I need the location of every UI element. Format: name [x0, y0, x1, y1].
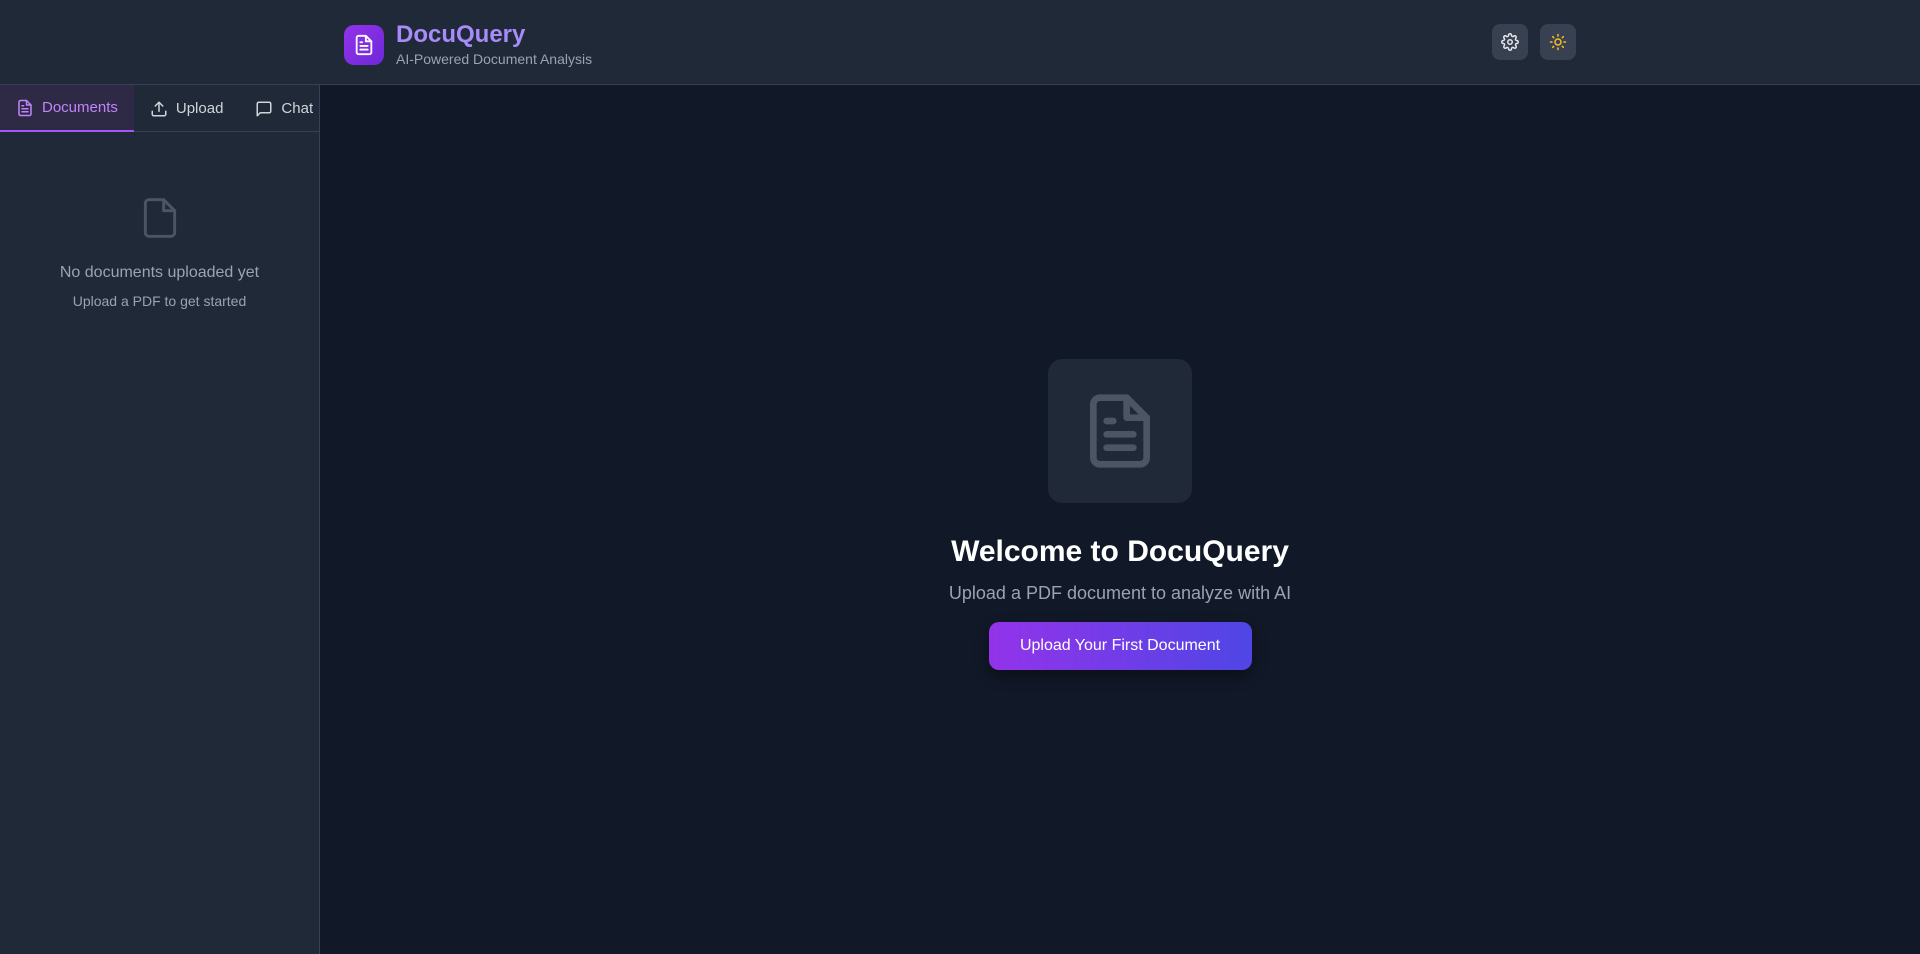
brand-text: DocuQuery AI-Powered Document Analysis [396, 22, 592, 68]
app-title: DocuQuery [396, 21, 526, 48]
chat-icon [255, 100, 273, 118]
app-header: DocuQuery AI-Powered Document Analysis [0, 0, 1920, 85]
document-icon [16, 99, 34, 117]
brand: DocuQuery AI-Powered Document Analysis [344, 22, 592, 68]
empty-title: No documents uploaded yet [59, 264, 260, 281]
theme-toggle-button[interactable] [1540, 24, 1576, 60]
empty-subtitle: Upload a PDF to get started [72, 293, 247, 309]
document-icon [355, 34, 373, 56]
file-icon [143, 198, 176, 238]
tab-upload-label: Upload [175, 100, 224, 117]
upload-first-document-button[interactable]: Upload Your First Document [988, 622, 1252, 670]
welcome-title: Welcome to DocuQuery [951, 535, 1289, 568]
sidebar: Documents Upload Chat No documents uploa… [0, 85, 320, 954]
settings-button[interactable] [1492, 24, 1528, 60]
document-icon [1090, 394, 1150, 468]
welcome-panel: Welcome to DocuQuery Upload a PDF docume… [320, 359, 1920, 670]
document-list-empty: No documents uploaded yet Upload a PDF t… [0, 132, 319, 309]
app-subtitle: AI-Powered Document Analysis [396, 51, 593, 67]
tab-chat-label: Chat [281, 100, 314, 117]
main-content: Welcome to DocuQuery Upload a PDF docume… [320, 85, 1920, 954]
gear-icon [1501, 33, 1519, 51]
sun-icon [1549, 33, 1567, 51]
app-root: DocuQuery AI-Powered Document Analysis D… [0, 0, 1920, 954]
upload-icon [150, 100, 168, 118]
sidebar-tabs: Documents Upload Chat [0, 85, 319, 132]
tab-documents[interactable]: Documents [0, 85, 134, 132]
tab-upload[interactable]: Upload [134, 85, 240, 132]
header-actions [1492, 24, 1576, 60]
brand-logo [344, 25, 384, 65]
welcome-icon-box [1048, 359, 1192, 503]
welcome-subtitle: Upload a PDF document to analyze with AI [948, 583, 1292, 603]
tab-chat[interactable]: Chat [239, 85, 329, 132]
tab-documents-label: Documents [42, 99, 118, 116]
